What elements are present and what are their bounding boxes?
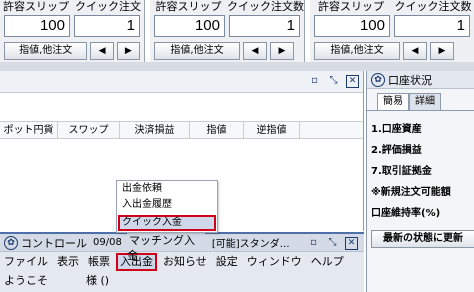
menu-item-withdraw-request[interactable]: 出金依頼 bbox=[117, 181, 217, 197]
control-date: 09/08 bbox=[93, 237, 122, 248]
prev-arrow-button[interactable]: ◀ bbox=[90, 42, 114, 60]
slip-label: 許容スリップ bbox=[3, 0, 69, 13]
column-header[interactable]: ポット円貨 bbox=[0, 122, 58, 138]
next-arrow-button[interactable]: ▶ bbox=[270, 42, 294, 60]
order-panel-3: 許容スリップ クイック注文数 100 1 指値,他注文 ◀ ▶ bbox=[310, 0, 474, 62]
restore-icon[interactable]: ⤡ bbox=[327, 75, 340, 88]
menu-window[interactable]: ウィンドウ bbox=[247, 253, 302, 271]
minimize-icon[interactable]: ▫ bbox=[307, 237, 320, 250]
order-panel-1: 許容スリップ クイック注文数 100 1 指値,他注文 ◀ ▶ bbox=[0, 0, 145, 62]
account-title-bar: ✿ 口座状況 bbox=[367, 71, 474, 89]
close-icon[interactable]: ✕ bbox=[345, 237, 358, 250]
menu-help[interactable]: ヘルプ bbox=[311, 253, 344, 271]
refresh-button[interactable]: 最新の状態に更新 bbox=[371, 230, 474, 248]
account-row: 口座維持率(%) bbox=[371, 208, 441, 219]
slip-label: 許容スリップ bbox=[318, 0, 384, 13]
order-panel-header: 許容スリップ クイック注文数 bbox=[150, 0, 305, 14]
account-row: 1.口座資産 bbox=[371, 124, 422, 135]
quick-qty-input[interactable]: 1 bbox=[74, 15, 140, 37]
column-header[interactable]: スワップ bbox=[58, 122, 120, 138]
menu-reports[interactable]: 帳票 bbox=[88, 253, 110, 271]
column-header[interactable]: 指値 bbox=[190, 122, 244, 138]
limit-order-button[interactable]: 指値,他注文 bbox=[154, 42, 240, 60]
welcome-bar: ようこそ 様 () bbox=[0, 274, 364, 292]
control-title: コントロール bbox=[21, 236, 87, 250]
menu-file[interactable]: ファイル bbox=[4, 253, 48, 271]
limit-order-button[interactable]: 指値,他注文 bbox=[314, 42, 400, 60]
limit-order-button[interactable]: 指値,他注文 bbox=[4, 42, 88, 60]
menu-view[interactable]: 表示 bbox=[57, 253, 79, 271]
slip-input[interactable]: 100 bbox=[154, 15, 225, 37]
next-arrow-button[interactable]: ▶ bbox=[116, 42, 140, 60]
tab-detail[interactable]: 詳細 bbox=[409, 93, 441, 110]
menu-settings[interactable]: 設定 bbox=[216, 253, 238, 271]
quick-qty-input[interactable]: 1 bbox=[229, 15, 300, 37]
order-panel-2: 許容スリップ クイック注文数 100 1 指値,他注文 ◀ ▶ bbox=[150, 0, 305, 62]
column-header[interactable]: 逆指値 bbox=[244, 122, 300, 138]
quick-qty-input[interactable]: 1 bbox=[394, 15, 470, 37]
app-icon: ✿ bbox=[4, 235, 18, 250]
close-icon[interactable]: ✕ bbox=[346, 75, 359, 88]
prev-arrow-button[interactable]: ◀ bbox=[403, 42, 427, 60]
positions-title-bar: ▫ ⤡ ✕ bbox=[0, 71, 363, 93]
minimize-icon[interactable]: ▫ bbox=[308, 75, 321, 88]
menu-item-quick-deposit[interactable]: クイック入金 bbox=[118, 215, 216, 231]
app-icon: ✿ bbox=[371, 72, 385, 87]
slip-label: 許容スリップ bbox=[155, 0, 222, 13]
order-panel-header: 許容スリップ クイック注文数 bbox=[0, 0, 144, 27]
column-header[interactable]: 決済損益 bbox=[120, 122, 190, 138]
restore-icon[interactable]: ⤡ bbox=[326, 237, 339, 250]
panel-separator bbox=[0, 62, 474, 71]
deposit-dropdown-menu: 出金依頼 入出金履歴 クイック入金 bbox=[116, 180, 218, 233]
account-row: ※新規注文可能額 bbox=[371, 187, 451, 198]
prev-arrow-button[interactable]: ◀ bbox=[243, 42, 267, 60]
account-row: 2.評価損益 bbox=[371, 145, 422, 156]
menu-item-history[interactable]: 入出金履歴 bbox=[117, 197, 217, 213]
next-arrow-button[interactable]: ▶ bbox=[430, 42, 454, 60]
order-panel-header: 許容スリップ クイック注文数 bbox=[310, 0, 474, 14]
menu-bar: ファイル 表示 帳票 入出金 お知らせ 設定 ウィンドウ ヘルプ bbox=[0, 252, 364, 272]
tab-simple[interactable]: 簡易 bbox=[377, 93, 409, 110]
account-row: 7.取引証拠金 bbox=[371, 166, 432, 177]
quick-qty-label: クイック注文数 bbox=[227, 0, 304, 13]
quick-qty-label: クイック注文数 bbox=[75, 0, 141, 27]
slip-input[interactable]: 100 bbox=[314, 15, 390, 37]
user-name-suffix: 様 () bbox=[86, 274, 110, 287]
matching-deposit-tooltip: マッチング入金 bbox=[127, 233, 205, 262]
slip-input[interactable]: 100 bbox=[4, 15, 70, 37]
account-status-panel: ✿ 口座状況 簡易 詳細 1.口座資産 2.評価損益 7.取引証拠金 ※新規注文… bbox=[366, 71, 474, 292]
welcome-text: ようこそ bbox=[4, 274, 48, 287]
menu-notices[interactable]: お知らせ bbox=[163, 253, 207, 271]
positions-table-header: ポット円貨 スワップ 決済損益 指値 逆指値 bbox=[0, 121, 363, 139]
account-title: 口座状況 bbox=[388, 73, 432, 87]
control-status-text: [可能]スタンダ… bbox=[211, 239, 290, 250]
quick-qty-label: クイック注文数 bbox=[394, 0, 472, 13]
